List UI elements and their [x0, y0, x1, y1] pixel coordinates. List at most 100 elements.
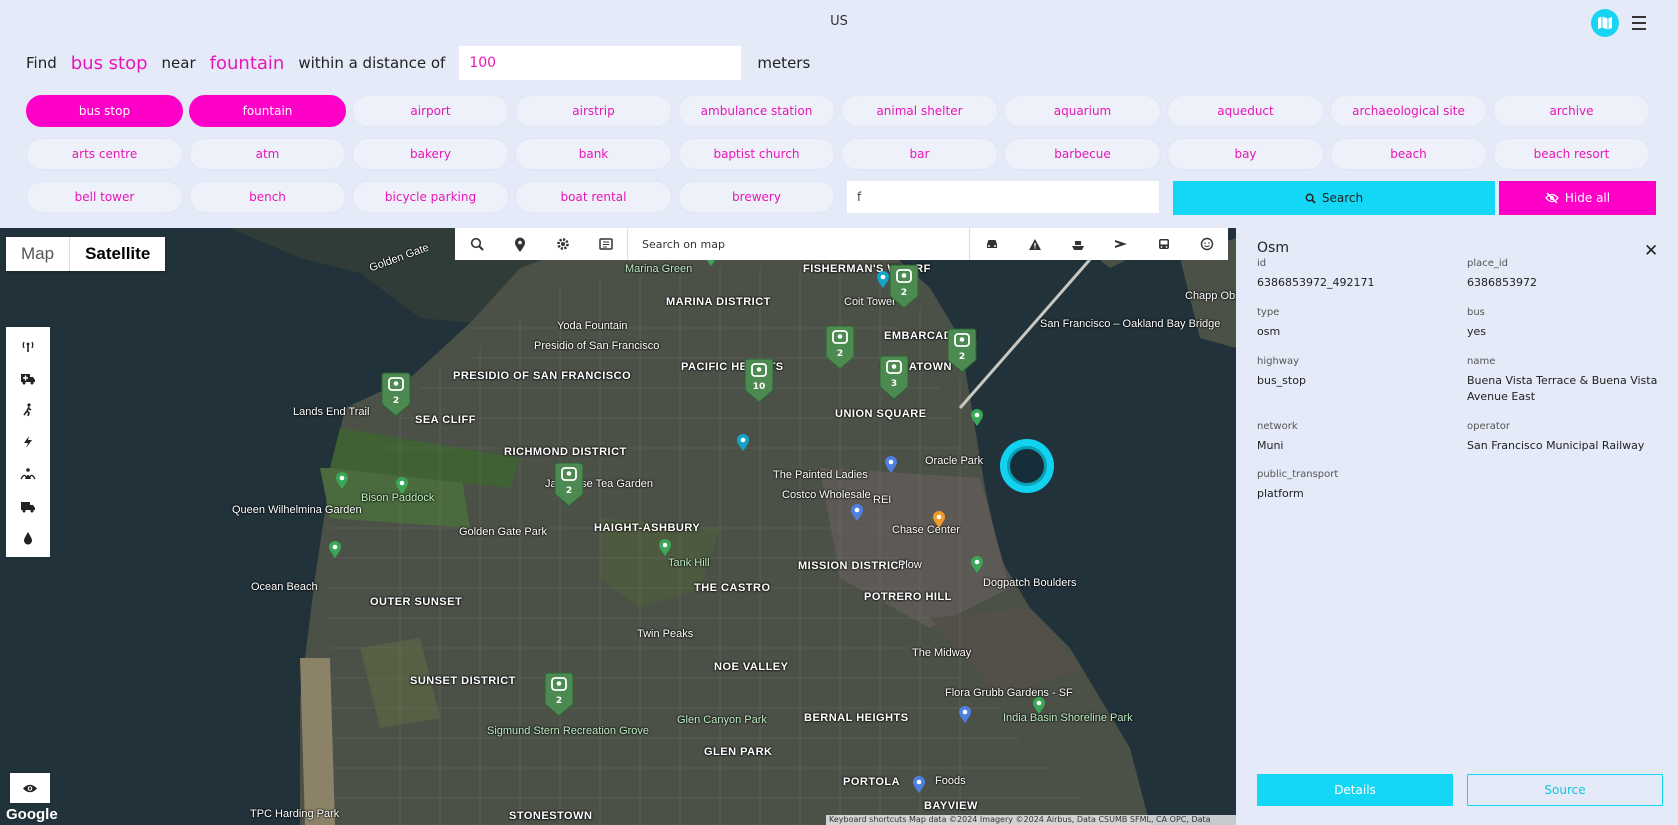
map-place-label: Foods	[935, 775, 966, 787]
water-drop-icon[interactable]	[6, 522, 50, 554]
detail-field-key: operator	[1467, 421, 1511, 432]
cluster-count: 10	[752, 382, 766, 392]
detail-field-key: network	[1257, 421, 1298, 432]
distance-input[interactable]: 100	[459, 46, 742, 80]
park-pin-icon[interactable]	[328, 540, 342, 558]
park-pin-icon[interactable]	[970, 408, 984, 426]
category-chip[interactable]: bank	[515, 138, 672, 170]
poi-pin-icon[interactable]	[736, 433, 750, 451]
park-pin-icon[interactable]	[395, 476, 409, 494]
map-place-label: Lands End Trail	[293, 406, 370, 418]
bus-stop-cluster-marker[interactable]: 2	[552, 462, 586, 506]
details-button[interactable]: Details	[1257, 774, 1453, 806]
bus-stop-cluster-marker[interactable]: 10	[742, 358, 776, 402]
source-button[interactable]: Source	[1467, 774, 1663, 806]
category-chip[interactable]: atm	[189, 138, 346, 170]
category-chip[interactable]: beach resort	[1493, 138, 1650, 170]
category-chip[interactable]: bus stop	[26, 95, 183, 127]
category-chip[interactable]: beach	[1330, 138, 1487, 170]
bus-stop-cluster-marker[interactable]: 2	[945, 328, 979, 372]
category-chip[interactable]: airport	[352, 95, 509, 127]
detail-field: network Muni	[1257, 421, 1457, 454]
category-chip[interactable]: boat rental	[515, 181, 672, 213]
map-type-map[interactable]: Map	[6, 237, 69, 271]
detail-field-key: public_transport	[1257, 469, 1339, 480]
shop-pin-icon[interactable]	[850, 503, 864, 521]
category-chip[interactable]: bakery	[352, 138, 509, 170]
smiley-icon[interactable]	[1185, 228, 1228, 260]
map-search-input[interactable]: Search on map	[627, 228, 970, 260]
detail-field-value: Muni	[1257, 439, 1284, 452]
category-chip[interactable]: bicycle parking	[352, 181, 509, 213]
lightning-icon[interactable]	[6, 426, 50, 458]
park-pin-icon[interactable]	[970, 555, 984, 573]
ship-icon[interactable]	[1056, 228, 1099, 260]
map-logo-icon[interactable]	[1591, 9, 1619, 37]
eye-icon[interactable]	[10, 773, 50, 803]
bus-stop-cluster-marker[interactable]: 2	[542, 672, 576, 716]
category-chip[interactable]: animal shelter	[841, 95, 998, 127]
settings-icon[interactable]	[541, 228, 584, 260]
map-place-label: Dogpatch Boulders	[983, 577, 1077, 589]
antenna-icon[interactable]	[6, 330, 50, 362]
map-place-label: Sigmund Stern Recreation Grove	[487, 725, 650, 737]
detail-field: highway bus_stop	[1257, 356, 1457, 389]
location-pin-icon[interactable]	[498, 228, 541, 260]
category-chip[interactable]: airstrip	[515, 95, 672, 127]
category-chip[interactable]: fountain	[189, 95, 346, 127]
hide-all-button[interactable]: Hide all	[1499, 181, 1656, 215]
category-chip[interactable]: bay	[1167, 138, 1324, 170]
search-button[interactable]: Search	[1173, 181, 1495, 215]
near-label: near	[161, 54, 196, 72]
bus-icon[interactable]	[1142, 228, 1185, 260]
car-icon[interactable]	[970, 228, 1013, 260]
truck-icon[interactable]	[6, 490, 50, 522]
zoom-search-icon[interactable]	[455, 228, 498, 260]
map-type-toggle[interactable]: Map Satellite	[6, 237, 166, 271]
category-chip[interactable]: bench	[189, 181, 346, 213]
detail-field: type osm	[1257, 307, 1457, 340]
category-chip[interactable]: bell tower	[26, 181, 183, 213]
bus-stop-cluster-marker[interactable]: 2	[379, 372, 413, 416]
map-place-label: MISSION DISTRICT	[798, 560, 907, 572]
warning-icon[interactable]	[1013, 228, 1056, 260]
map-attribution[interactable]: Keyboard shortcuts Map data ©2024 Imager…	[826, 815, 1236, 825]
bus-stop-cluster-marker[interactable]: 3	[877, 355, 911, 399]
shop-pin-icon[interactable]	[912, 775, 926, 793]
park-pin-icon[interactable]	[335, 471, 349, 489]
current-location-marker[interactable]	[1000, 439, 1054, 493]
food-pin-icon[interactable]	[932, 510, 946, 528]
plane-icon[interactable]	[1099, 228, 1142, 260]
map-type-satellite[interactable]: Satellite	[69, 237, 165, 271]
category-chip[interactable]: barbecue	[1004, 138, 1161, 170]
poi-pin-icon[interactable]	[876, 270, 890, 288]
category-chip[interactable]: brewery	[678, 181, 835, 213]
category-chip[interactable]: archaeological site	[1330, 95, 1487, 127]
ambulance-icon[interactable]	[6, 362, 50, 394]
hamburger-menu-icon[interactable]	[1632, 12, 1652, 34]
map-view[interactable]: Golden Gate Marina Green FISHERMAN'S WHARF…	[0, 228, 1236, 825]
park-pin-icon[interactable]	[658, 538, 672, 556]
detail-field-key: type	[1257, 307, 1280, 318]
category-chip[interactable]: bar	[841, 138, 998, 170]
shop-pin-icon[interactable]	[958, 705, 972, 723]
people-group-icon[interactable]	[6, 458, 50, 490]
news-icon[interactable]	[584, 228, 627, 260]
map-place-label: The Painted Ladies	[773, 469, 868, 481]
near-keyword[interactable]: fountain	[210, 53, 285, 74]
bus-stop-cluster-marker[interactable]: 2	[887, 264, 921, 308]
category-chip[interactable]: baptist church	[678, 138, 835, 170]
category-chip[interactable]: aquarium	[1004, 95, 1161, 127]
category-chip[interactable]: ambulance station	[678, 95, 835, 127]
detail-field-value: osm	[1257, 325, 1281, 338]
category-chip[interactable]: arts centre	[26, 138, 183, 170]
category-chip[interactable]: archive	[1493, 95, 1650, 127]
shop-pin-icon[interactable]	[884, 455, 898, 473]
filter-input[interactable]: f	[847, 181, 1159, 213]
amenity-keyword[interactable]: bus stop	[71, 53, 148, 74]
detail-field-value: 6386853972	[1467, 276, 1537, 289]
hiker-icon[interactable]	[6, 394, 50, 426]
bus-stop-cluster-marker[interactable]: 2	[823, 325, 857, 369]
category-chip[interactable]: aqueduct	[1167, 95, 1324, 127]
park-pin-icon[interactable]	[1032, 696, 1046, 714]
